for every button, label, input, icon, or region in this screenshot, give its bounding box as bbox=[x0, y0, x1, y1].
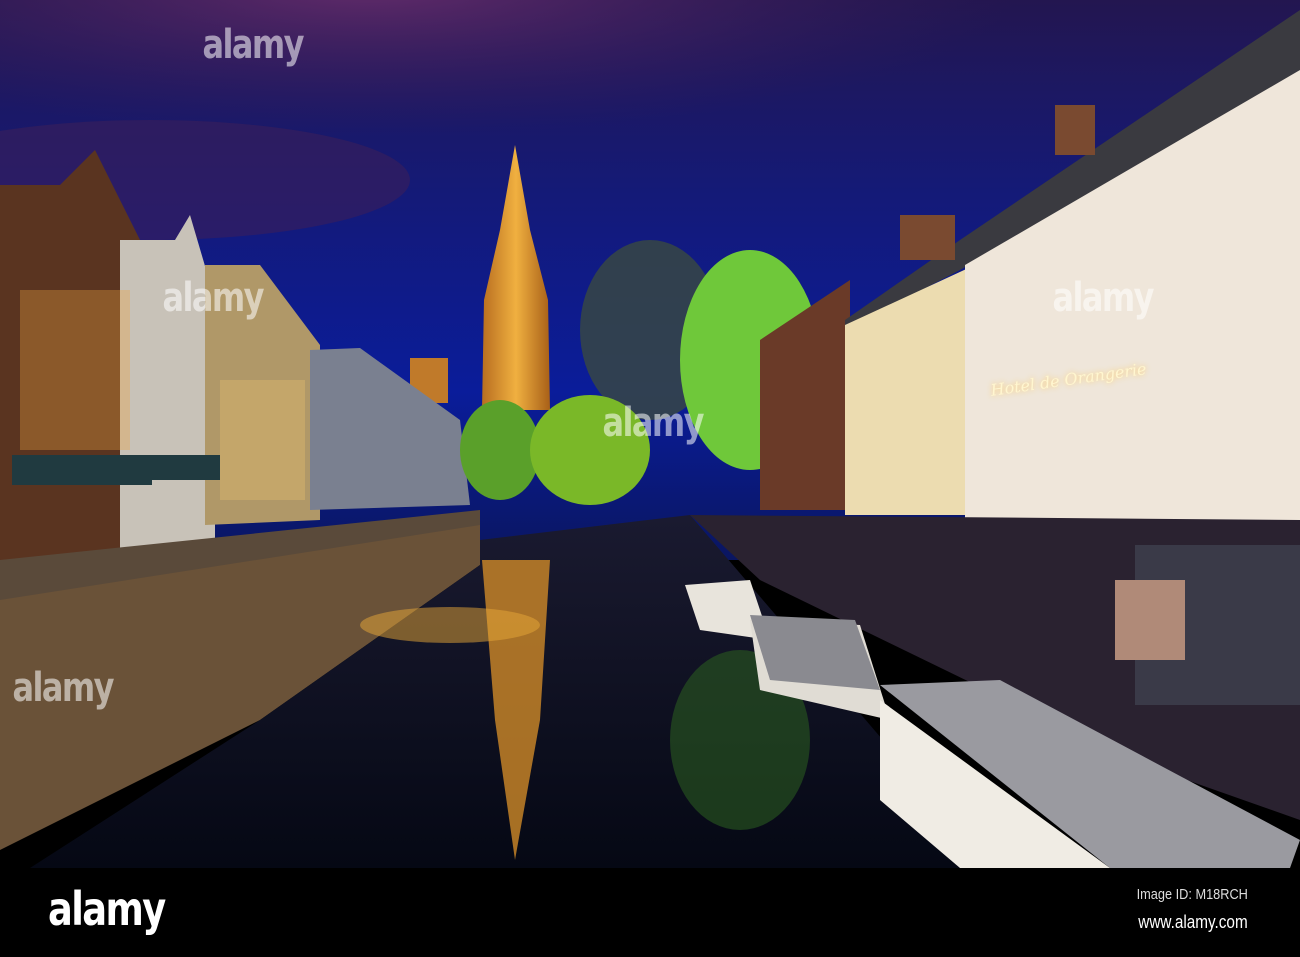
watermark: alamy bbox=[162, 275, 265, 321]
stock-banner: alamy Image ID: M18RCH www.alamy.com bbox=[0, 868, 1300, 957]
alamy-logo: alamy bbox=[48, 882, 166, 936]
watermark: alamy bbox=[12, 665, 115, 711]
image-id: Image ID: M18RCH bbox=[1136, 886, 1248, 903]
watermark: alamy bbox=[1052, 275, 1155, 321]
stock-photo-page: Hotel de Orangerie alamy alamy alamy ala… bbox=[0, 0, 1300, 957]
site-url: www.alamy.com bbox=[1138, 912, 1248, 932]
watermark: alamy bbox=[602, 400, 705, 446]
watermark: alamy bbox=[202, 22, 305, 68]
